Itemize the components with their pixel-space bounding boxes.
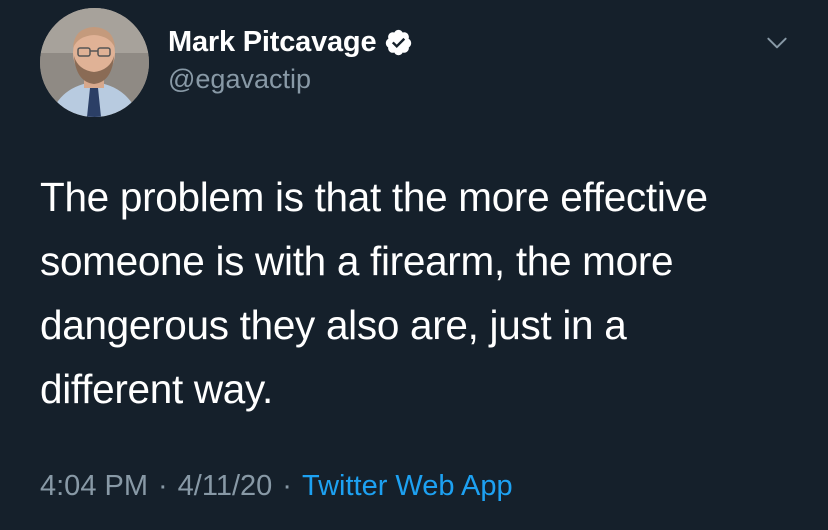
- tweet-source-link[interactable]: Twitter Web App: [302, 470, 513, 503]
- tweet-text: The problem is that the more effective s…: [40, 174, 708, 412]
- tweet-date[interactable]: 4/11/20: [178, 470, 273, 503]
- tweet-card: Mark Pitcavage @egavactip The problem is…: [0, 0, 828, 530]
- meta-separator: ·: [158, 470, 168, 502]
- tweet-meta: 4:04 PM · 4/11/20 · Twitter Web App: [40, 470, 513, 503]
- tweet-time[interactable]: 4:04 PM: [40, 470, 148, 503]
- author-handle[interactable]: @egavactip: [168, 64, 311, 95]
- avatar-image: [40, 8, 149, 117]
- verified-badge-icon: [386, 29, 412, 55]
- avatar[interactable]: [40, 8, 149, 117]
- chevron-down-icon[interactable]: [764, 30, 790, 56]
- author-name-row[interactable]: Mark Pitcavage: [168, 22, 413, 62]
- author-display-name[interactable]: Mark Pitcavage: [168, 26, 377, 59]
- meta-separator: ·: [282, 470, 292, 502]
